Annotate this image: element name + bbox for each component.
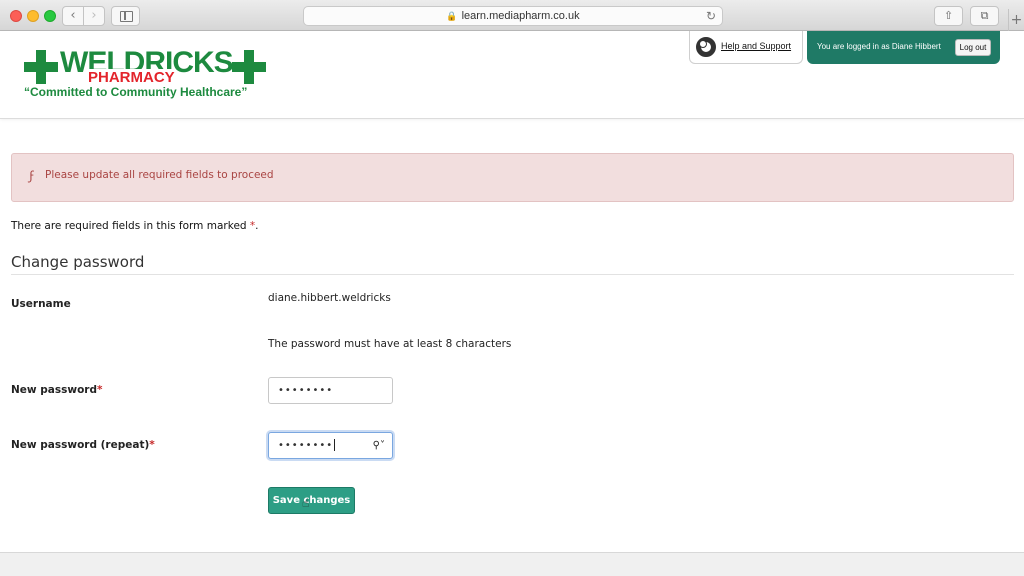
page-footer xyxy=(0,552,1024,576)
browser-toolbar: ‹ › 🔒 learn.mediapharm.co.uk ↻ ⇧ ⧉ + xyxy=(0,0,1024,31)
section-title: Change password xyxy=(11,253,145,271)
password-rule-text: The password must have at least 8 charac… xyxy=(268,338,512,350)
required-note-end: . xyxy=(255,220,259,232)
sidebar-toggle-button[interactable] xyxy=(111,6,140,26)
required-note-text: There are required fields in this form m… xyxy=(11,220,247,232)
lifebuoy-icon xyxy=(696,37,716,57)
lock-icon: 🔒 xyxy=(446,11,458,21)
site-header: WELDRICKS PHARMACY “Committed to Communi… xyxy=(0,31,1024,119)
back-button[interactable]: ‹ xyxy=(62,6,84,26)
help-support-box[interactable]: Help and Support xyxy=(689,31,803,64)
logo-cross-icon xyxy=(232,50,266,84)
new-password-repeat-value: •••••••• xyxy=(278,440,334,451)
new-password-repeat-label: New password (repeat)* xyxy=(11,439,155,451)
new-password-repeat-input[interactable]: •••••••• ⚲˅ xyxy=(268,432,393,459)
username-label: Username xyxy=(11,298,71,310)
login-info-box: You are logged in as Diane Hibbert Log o… xyxy=(807,31,1000,64)
logo-subtitle: PHARMACY xyxy=(87,69,176,86)
lightning-icon: ϝ xyxy=(29,169,35,183)
text-caret xyxy=(334,439,336,451)
url-text: learn.mediapharm.co.uk xyxy=(461,10,580,22)
error-alert: ϝ Please update all required fields to p… xyxy=(11,153,1014,202)
share-button[interactable]: ⇧ xyxy=(934,6,963,26)
logo-tagline: “Committed to Community Healthcare” xyxy=(24,85,248,99)
close-window-button[interactable] xyxy=(10,10,22,22)
help-support-link[interactable]: Help and Support xyxy=(721,41,791,51)
logo-cross-icon xyxy=(24,50,58,84)
required-asterisk: * xyxy=(149,439,155,451)
new-password-input[interactable]: •••••••• xyxy=(268,377,393,404)
maximize-window-button[interactable] xyxy=(44,10,56,22)
new-password-value: •••••••• xyxy=(278,385,334,396)
key-autofill-icon[interactable]: ⚲˅ xyxy=(373,433,385,458)
username-value: diane.hibbert.weldricks xyxy=(268,292,391,304)
logout-button[interactable]: Log out xyxy=(955,39,991,56)
save-changes-button[interactable]: Save changes xyxy=(268,487,355,514)
new-password-label-text: New password xyxy=(11,384,97,396)
required-asterisk: * xyxy=(96,384,103,396)
login-status-text: You are logged in as Diane Hibbert xyxy=(817,42,941,51)
weldricks-logo[interactable]: WELDRICKS PHARMACY “Committed to Communi… xyxy=(24,46,269,101)
forward-button[interactable]: › xyxy=(83,6,105,26)
tabs-overview-button[interactable]: ⧉ xyxy=(970,6,999,26)
reload-icon[interactable]: ↻ xyxy=(706,7,716,25)
new-tab-button[interactable]: + xyxy=(1008,9,1024,31)
new-password-label: New password* xyxy=(11,384,102,396)
alert-message: Please update all required fields to pro… xyxy=(45,169,274,181)
address-bar[interactable]: 🔒 learn.mediapharm.co.uk ↻ xyxy=(303,6,723,26)
required-fields-note: There are required fields in this form m… xyxy=(11,220,259,232)
minimize-window-button[interactable] xyxy=(27,10,39,22)
section-divider xyxy=(11,274,1014,275)
new-password-repeat-label-text: New password (repeat) xyxy=(11,439,150,451)
hand-cursor-icon: ☝ xyxy=(302,496,310,510)
